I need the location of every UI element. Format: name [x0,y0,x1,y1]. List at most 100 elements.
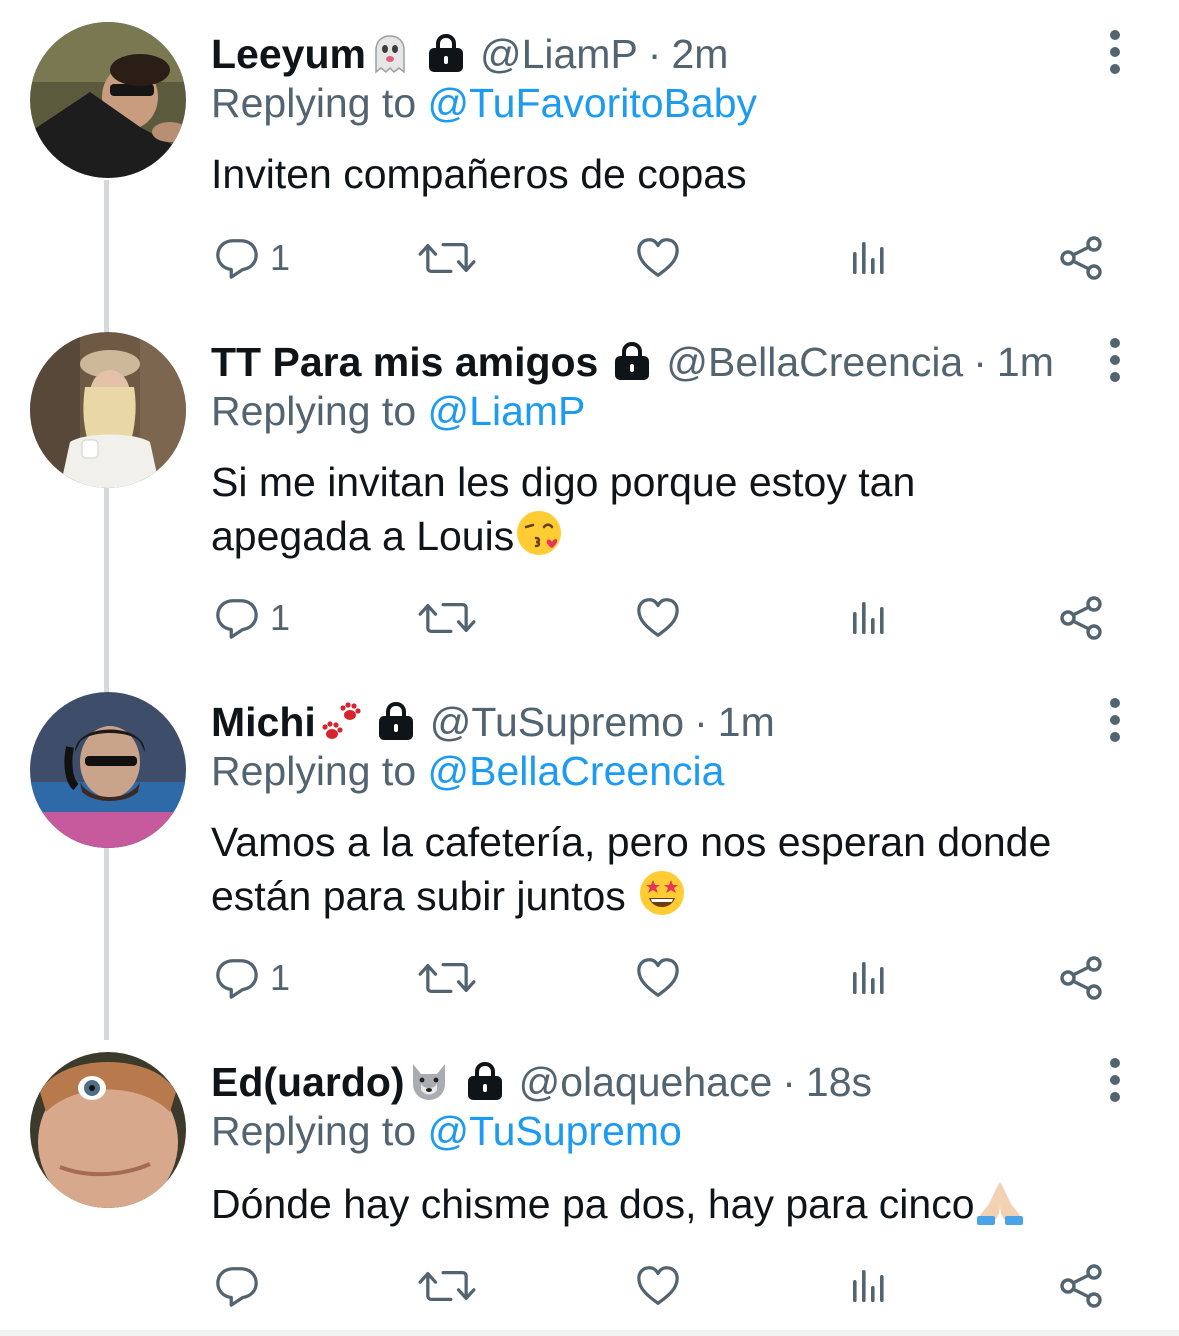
tweet-header: Michi @TuSupremo · 1m [211,696,775,748]
reply-button[interactable]: 1 [214,953,290,1003]
tweet-text: Dónde hay chisme pa dos, hay para cinco [211,1176,1131,1230]
avatar[interactable] [30,332,186,488]
reply-button[interactable]: 1 [214,593,290,643]
timestamp[interactable]: 2m [671,31,728,78]
tweet-actions: 1 [0,953,1179,1003]
avatar[interactable] [30,1052,186,1208]
reply-count: 1 [270,597,291,638]
tweet-text-line: Vamos a la cafetería, pero nos esperan d… [211,819,1052,865]
tweet-actions: 1 [0,593,1179,643]
heart-icon [635,955,681,1001]
lock-icon [610,340,654,384]
retweet-button[interactable] [418,953,476,1003]
wolf-emoji-icon [412,1064,445,1100]
like-button[interactable] [635,1261,681,1311]
timestamp[interactable]: 1m [997,339,1054,386]
separator-dot: · [973,338,987,385]
bottom-divider [0,1330,1179,1336]
share-icon [1057,234,1105,282]
views-button[interactable] [849,1261,889,1311]
more-vertical-icon[interactable] [1100,338,1130,382]
views-button[interactable] [849,593,889,643]
lock-icon [463,1060,507,1104]
views-bar-chart-icon [849,598,889,638]
handle[interactable]: @olaquehace [519,1059,773,1106]
views-button[interactable] [849,953,889,1003]
retweet-icon [418,235,476,281]
tweet-text: Inviten compañeros de copas [211,148,1131,200]
share-button[interactable] [1057,233,1105,283]
share-button[interactable] [1057,593,1105,643]
display-name[interactable]: Ed(uardo) [211,1059,405,1106]
share-button[interactable] [1057,1261,1105,1311]
display-name[interactable]: Michi [211,699,316,746]
display-name[interactable]: Leeyum [211,31,366,78]
like-button[interactable] [635,593,681,643]
tweet-header: TT Para mis amigos @BellaCreencia · 1m [211,336,1054,388]
reply-count: 1 [270,957,291,998]
heart-icon [635,1263,681,1309]
tweet-text-line: están para subir juntos [211,868,1131,922]
separator-dot: · [694,698,708,745]
reply-button[interactable] [214,1261,270,1311]
handle[interactable]: @BellaCreencia [666,339,963,386]
display-name[interactable]: TT Para mis amigos [211,339,598,386]
share-icon [1057,1262,1105,1310]
tweet-text-content: Inviten compañeros de copas [211,151,747,197]
reply-bubble-icon [214,235,260,281]
views-bar-chart-icon [849,1266,889,1306]
tweet-text-content: Dónde hay chisme pa dos, hay para cinco [211,1181,975,1227]
tweet-text-line: Si me invitan les digo porque estoy tan [211,459,916,505]
like-button[interactable] [635,233,681,283]
retweet-button[interactable] [418,233,476,283]
replying-to: Replying to @LiamP [211,388,585,435]
views-bar-chart-icon [849,958,889,998]
share-icon [1057,594,1105,642]
timestamp[interactable]: 18s [806,1059,872,1106]
avatar[interactable] [30,22,186,178]
handle[interactable]: @LiamP [480,31,638,78]
reply-to-handle-link[interactable]: @TuFavoritoBaby [428,80,758,126]
replying-to-label: Replying to [211,748,417,794]
reply-count: 1 [270,237,291,278]
tweet-text: Vamos a la cafetería, pero nos esperan d… [211,816,1131,922]
reply-thread: Leeyum @LiamP · 2m Replying to @TuFavori… [0,0,1179,1336]
replying-to: Replying to @BellaCreencia [211,748,724,795]
reply-bubble-icon [214,595,260,641]
tweet-header: Leeyum @LiamP · 2m [211,28,728,80]
reply-button[interactable]: 1 [214,233,290,283]
folded-hands-emoji-icon [976,1182,1023,1225]
reply-to-handle-link[interactable]: @TuSupremo [428,1108,682,1154]
reply-to-handle-link[interactable]: @LiamP [428,388,586,434]
more-vertical-icon[interactable] [1100,30,1130,74]
share-button[interactable] [1057,953,1105,1003]
more-vertical-icon[interactable] [1100,698,1130,742]
paw-prints-emoji-icon [322,702,361,739]
replying-to-label: Replying to [211,80,417,126]
reply-bubble-icon [214,955,260,1001]
tweet-text: Si me invitan les digo porque estoy tan … [211,456,1131,562]
face-blowing-kiss-emoji-icon [517,511,562,555]
views-button[interactable] [849,233,889,283]
views-bar-chart-icon [849,238,889,278]
replying-to: Replying to @TuSupremo [211,1108,682,1155]
handle[interactable]: @TuSupremo [430,699,684,746]
separator-dot: · [647,30,662,77]
more-vertical-icon[interactable] [1100,1058,1130,1102]
retweet-icon [418,595,476,641]
retweet-button[interactable] [418,593,476,643]
replying-to-label: Replying to [211,1108,417,1154]
timestamp[interactable]: 1m [718,699,775,746]
reply-to-handle-link[interactable]: @BellaCreencia [428,748,725,794]
retweet-icon [418,955,476,1001]
like-button[interactable] [635,953,681,1003]
tweet-header: Ed(uardo) @olaquehace · 18s [211,1056,872,1108]
heart-icon [635,235,681,281]
tweet-text-line: apegada a Louis [211,508,1131,562]
replying-to-label: Replying to [211,388,417,434]
separator-dot: · [782,1058,796,1105]
avatar[interactable] [30,692,186,848]
retweet-button[interactable] [418,1261,476,1311]
share-icon [1057,954,1105,1002]
reply-bubble-icon [214,1263,260,1309]
